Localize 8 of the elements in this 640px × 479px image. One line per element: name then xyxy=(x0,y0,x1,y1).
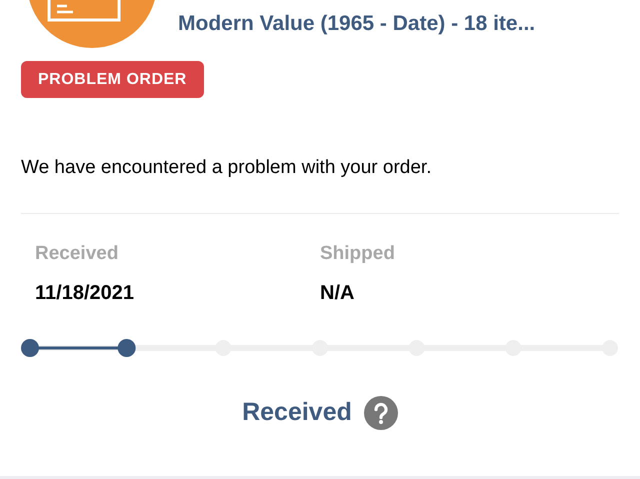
date-value: N/A xyxy=(320,281,356,306)
date-label: Received xyxy=(35,242,120,266)
order-message: We have encountered a problem with your order. xyxy=(20,156,432,180)
date-value: 11/18/2021 xyxy=(35,281,135,306)
status-badge: PROBLEM ORDER xyxy=(21,61,204,98)
order-title: Modern Value (1965 - Date) - 18 ite... xyxy=(178,11,536,37)
current-status: Received xyxy=(242,397,352,428)
date-label: Shipped xyxy=(320,242,396,266)
